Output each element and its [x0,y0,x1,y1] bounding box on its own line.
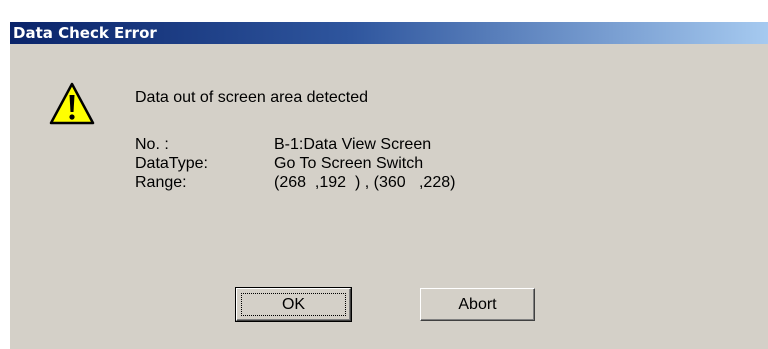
detail-label-no: No. : [135,136,169,153]
warning-icon [49,82,95,125]
detail-value-datatype: Go To Screen Switch [274,155,424,172]
abort-button-label: Abort [458,295,497,313]
title-bar[interactable]: Data Check Error [10,22,768,44]
abort-button[interactable]: Abort [420,288,535,321]
ok-button[interactable]: OK [235,287,352,322]
ok-button-label: OK [281,295,306,313]
dialog-title: Data Check Error [13,24,157,42]
detail-label-range: Range: [135,174,187,191]
detail-value-range: (268 ,192 ) , (360 ,228) [274,174,456,191]
data-check-error-dialog: Data Check Error Data out of screen area… [9,21,768,349]
detail-label-datatype: DataType: [135,155,208,172]
error-message: Data out of screen area detected [135,89,369,106]
detail-value-no: B-1:Data View Screen [274,136,432,153]
